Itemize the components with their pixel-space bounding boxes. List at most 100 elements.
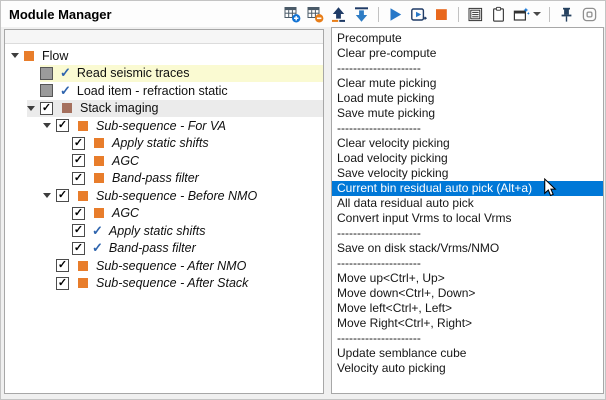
- expander-icon[interactable]: [43, 123, 56, 129]
- checkbox-checked[interactable]: ✓: [56, 276, 69, 290]
- menu-item[interactable]: Load velocity picking: [332, 151, 603, 166]
- tree-item-label[interactable]: Read seismic traces: [77, 66, 196, 80]
- menu-item[interactable]: Update semblance cube: [332, 346, 603, 361]
- run-flow-icon[interactable]: [410, 6, 427, 23]
- tree-item-label[interactable]: AGC: [112, 206, 145, 220]
- menu-item-selected[interactable]: Current bin residual auto pick (Alt+a): [332, 181, 603, 196]
- menu-separator-row: ---------------------: [337, 256, 421, 270]
- tree-row[interactable]: ✓ Apply static shifts: [5, 135, 323, 153]
- checkbox-gray[interactable]: [40, 66, 53, 80]
- module-list-icon[interactable]: [467, 6, 484, 23]
- chevron-down-icon[interactable]: [533, 12, 541, 16]
- menu-item[interactable]: Precompute: [332, 31, 603, 46]
- tree-row[interactable]: Flow: [5, 47, 323, 65]
- checkbox-checked[interactable]: ✓: [72, 206, 85, 220]
- pin-icon[interactable]: [558, 6, 575, 23]
- module-check-icon: ✓: [60, 65, 71, 81]
- module-check-icon: ✓: [92, 222, 103, 238]
- menu-item[interactable]: Save mute picking: [332, 106, 603, 121]
- run-icon[interactable]: [387, 6, 404, 23]
- tree-item-label[interactable]: Load item - refraction static: [77, 84, 234, 98]
- menu-item[interactable]: All data residual auto pick: [332, 196, 603, 211]
- menu-item[interactable]: Clear velocity picking: [332, 136, 603, 151]
- tree-row[interactable]: ✓ Sub-sequence - Before NMO: [5, 187, 323, 205]
- checkbox-checked[interactable]: ✓: [56, 119, 69, 133]
- expander-icon[interactable]: [43, 193, 56, 199]
- checkbox-checked[interactable]: ✓: [40, 101, 53, 115]
- checkbox-checked[interactable]: ✓: [72, 154, 85, 168]
- tree-item-label[interactable]: AGC: [112, 154, 145, 168]
- menu-item[interactable]: Move left<Ctrl+, Left>: [332, 301, 603, 316]
- tree-row[interactable]: ✓ Sub-sequence - After NMO: [5, 257, 323, 275]
- tree-row[interactable]: ✓ Read seismic traces: [5, 64, 323, 83]
- remove-module-icon[interactable]: [307, 6, 324, 23]
- checkbox-checked[interactable]: ✓: [72, 136, 85, 150]
- toolbar-separator: [549, 6, 550, 22]
- tree-row[interactable]: ✓ Sub-sequence - For VA: [5, 117, 323, 135]
- tree-row[interactable]: ✓ AGC: [5, 205, 323, 223]
- command-list-panel[interactable]: Precompute Clear pre-compute -------------…: [331, 27, 604, 394]
- menu-item[interactable]: Clear pre-compute: [332, 46, 603, 61]
- tree-row[interactable]: ✓ Load item - refraction static: [5, 82, 323, 100]
- tree-row[interactable]: ✓ Sub-sequence - After Stack: [5, 275, 323, 293]
- menu-item[interactable]: Move down<Ctrl+, Down>: [332, 286, 603, 301]
- tree-item-label[interactable]: Flow: [42, 49, 74, 63]
- add-module-icon[interactable]: [284, 6, 301, 23]
- tree-row-content: ✓ Load item - refraction static: [40, 82, 323, 100]
- move-down-icon[interactable]: [353, 6, 370, 23]
- tree-row-content: ✓ AGC: [72, 205, 323, 223]
- tree-row[interactable]: ✓ ✓ Band-pass filter: [5, 240, 323, 258]
- tree-row-content: ✓ Sub-sequence - Before NMO: [43, 187, 323, 205]
- menu-item[interactable]: Save velocity picking: [332, 166, 603, 181]
- checkbox-checked[interactable]: ✓: [72, 241, 85, 255]
- expander-icon[interactable]: [27, 105, 40, 111]
- toolbar: [284, 6, 598, 23]
- toolbar-separator: [378, 6, 379, 22]
- menu-item[interactable]: Velocity auto picking: [332, 361, 603, 376]
- tree-row-content: ✓ Sub-sequence - For VA: [43, 117, 323, 135]
- tree-item-label[interactable]: Sub-sequence - After Stack: [96, 276, 254, 290]
- tree-row-content: ✓ Apply static shifts: [72, 135, 323, 153]
- float-window-icon[interactable]: [581, 6, 598, 23]
- tree-item-label[interactable]: Stack imaging: [80, 101, 165, 115]
- menu-item[interactable]: Move up<Ctrl+, Up>: [332, 271, 603, 286]
- tree-row[interactable]: ✓ ✓ Apply static shifts: [5, 222, 323, 240]
- clipboard-icon[interactable]: [490, 6, 507, 23]
- checkbox-gray[interactable]: [40, 84, 53, 98]
- tree-row[interactable]: ✓ Stack imaging: [5, 99, 323, 118]
- menu-item[interactable]: Load mute picking: [332, 91, 603, 106]
- menu-item[interactable]: Move Right<Ctrl+, Right>: [332, 316, 603, 331]
- tree-item-label[interactable]: Sub-sequence - Before NMO: [96, 189, 263, 203]
- tree-row[interactable]: ✓ AGC: [5, 152, 323, 170]
- stop-icon[interactable]: [433, 6, 450, 23]
- menu-item[interactable]: Convert input Vrms to local Vrms: [332, 211, 603, 226]
- tree-row-content: ✓ AGC: [72, 152, 323, 170]
- checkbox-checked[interactable]: ✓: [56, 189, 69, 203]
- flow-tree-panel[interactable]: Flow ✓ Read seismic traces ✓ Load item - ref…: [4, 29, 324, 394]
- tree-item-label[interactable]: Sub-sequence - For VA: [96, 119, 232, 133]
- module-square-icon: [94, 208, 104, 219]
- checkbox-checked[interactable]: ✓: [72, 171, 85, 185]
- tree-item-label[interactable]: Band-pass filter: [109, 241, 202, 255]
- tree-row-content: ✓ Sub-sequence - After Stack: [56, 275, 323, 293]
- panel-title: Module Manager: [9, 6, 112, 22]
- move-up-icon[interactable]: [330, 6, 347, 23]
- menu-separator-row: ---------------------: [337, 61, 421, 75]
- tree-item-label[interactable]: Apply static shifts: [109, 224, 212, 238]
- tree-item-label[interactable]: Apply static shifts: [112, 136, 215, 150]
- tree-item-label[interactable]: Sub-sequence - After NMO: [96, 259, 252, 273]
- expander-icon[interactable]: [11, 53, 24, 59]
- module-manager-panel: Module Manager Flow ✓ Read seismic traces ✓…: [0, 0, 606, 400]
- tree-item-label[interactable]: Band-pass filter: [112, 171, 205, 185]
- new-window-icon[interactable]: [513, 6, 530, 23]
- checkbox-checked[interactable]: ✓: [56, 259, 69, 273]
- tree-row[interactable]: ✓ Band-pass filter: [5, 170, 323, 188]
- menu-item[interactable]: Clear mute picking: [332, 76, 603, 91]
- menu-item[interactable]: Save on disk stack/Vrms/NMO: [332, 241, 603, 256]
- checkbox-checked[interactable]: ✓: [72, 224, 85, 238]
